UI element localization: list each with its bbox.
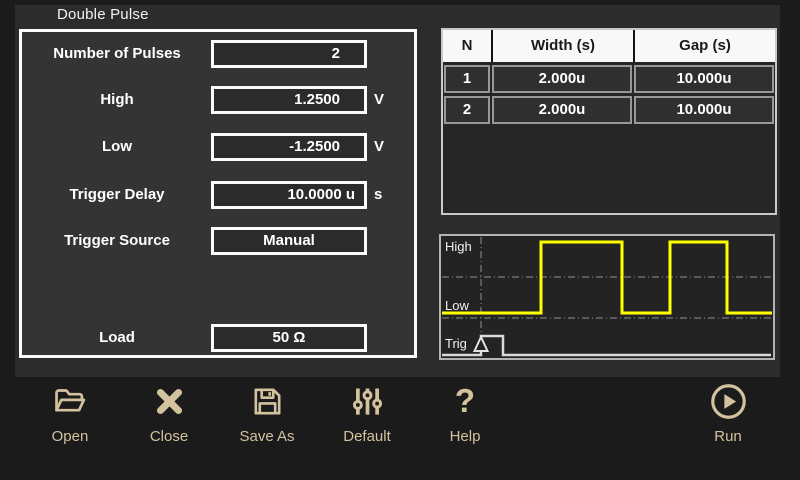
waveform-trig-label: Trig [445, 336, 467, 351]
help-icon: ? [420, 381, 510, 421]
open-folder-icon [25, 381, 115, 421]
run-button[interactable]: Run [683, 381, 773, 445]
pulse-table: NWidth (s)Gap (s)12.000u10.000u22.000u10… [441, 28, 777, 215]
table-row: 12.000u10.000u [443, 65, 775, 93]
form-row-number-of-pulses: Number of Pulses2 [22, 40, 414, 68]
run-button-label: Run [683, 428, 773, 445]
close-icon [124, 381, 214, 421]
pulse-table-header: NWidth (s)Gap (s) [443, 30, 775, 62]
help-button-label: Help [420, 428, 510, 445]
low-unit-label: V [374, 133, 412, 161]
table-cell[interactable]: 10.000u [634, 96, 774, 124]
form-row-low: Low-1.2500V [22, 133, 414, 161]
close-button[interactable]: Close [124, 381, 214, 445]
row-number-cell: 1 [444, 65, 490, 93]
column-header: Width (s) [491, 30, 633, 62]
table-cell[interactable]: 2.000u [492, 65, 632, 93]
form-row-trigger-source: Trigger SourceManual [22, 227, 414, 255]
help-button[interactable]: ? Help [420, 381, 510, 445]
trigger-arrow-icon [475, 337, 488, 351]
page-title: Double Pulse [57, 6, 149, 23]
load-label: Load [22, 324, 212, 352]
trigger-delay-field[interactable]: 10.0000 u [211, 181, 367, 209]
run-icon [683, 381, 773, 421]
sliders-icon [322, 381, 412, 421]
save-as-button-label: Save As [222, 428, 312, 445]
table-cell[interactable]: 10.000u [634, 65, 774, 93]
save-icon [222, 381, 312, 421]
close-button-label: Close [124, 428, 214, 445]
open-button[interactable]: Open [25, 381, 115, 445]
low-label: Low [22, 133, 212, 161]
trigger-source-field[interactable]: Manual [211, 227, 367, 255]
form-row-high: High1.2500V [22, 86, 414, 114]
form-row-trigger-delay: Trigger Delay10.0000 us [22, 181, 414, 209]
trigger-trace [442, 336, 771, 355]
high-unit-label: V [374, 86, 412, 114]
row-number-cell: 2 [444, 96, 490, 124]
number-of-pulses-field[interactable]: 2 [211, 40, 367, 68]
number-of-pulses-label: Number of Pulses [22, 40, 212, 68]
save-as-button[interactable]: Save As [222, 381, 312, 445]
column-header: Gap (s) [633, 30, 775, 62]
high-label: High [22, 86, 212, 114]
waveform-high-label: High [445, 239, 472, 254]
trigger-source-label: Trigger Source [22, 227, 212, 255]
default-button[interactable]: Default [322, 381, 412, 445]
toolbar: Open Close Save As Default? Help Run [0, 377, 800, 480]
trigger-delay-unit-label: s [374, 181, 412, 209]
waveform-preview: High Low Trig [439, 234, 775, 360]
high-field[interactable]: 1.2500 [211, 86, 367, 114]
trigger-delay-label: Trigger Delay [22, 181, 212, 209]
default-button-label: Default [322, 428, 412, 445]
form-row-load: Load50 Ω [22, 324, 414, 352]
waveform-plot [441, 236, 773, 358]
table-row: 22.000u10.000u [443, 96, 775, 124]
column-header: N [443, 30, 491, 62]
table-cell[interactable]: 2.000u [492, 96, 632, 124]
low-field[interactable]: -1.2500 [211, 133, 367, 161]
waveform-low-label: Low [445, 298, 469, 313]
load-field[interactable]: 50 Ω [211, 324, 367, 352]
pulse-settings-panel: Number of Pulses2High1.2500VLow-1.2500VT… [19, 29, 417, 358]
open-button-label: Open [25, 428, 115, 445]
